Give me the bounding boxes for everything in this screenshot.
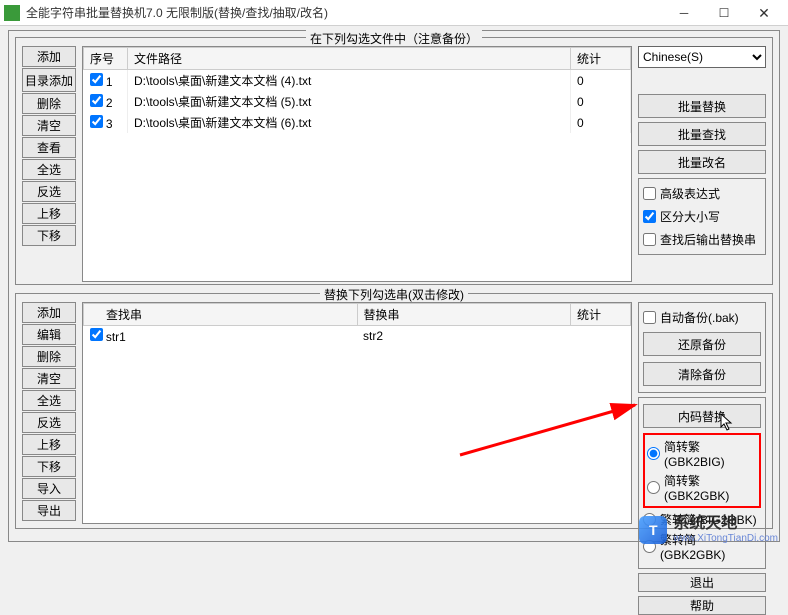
replace-btn-4[interactable]: 全选 [22, 390, 76, 411]
row-checkbox[interactable] [90, 115, 103, 128]
encode-replace-button[interactable]: 内码替换 [643, 404, 761, 428]
files-btn-5[interactable]: 全选 [22, 159, 76, 180]
replace-btn-3[interactable]: 清空 [22, 368, 76, 389]
encode-opt-1[interactable]: 简转繁(GBK2GBK) [647, 472, 757, 503]
row-stat [571, 326, 631, 347]
case-sensitive-checkbox[interactable]: 区分大小写 [643, 208, 761, 225]
row-stat: 0 [571, 91, 631, 112]
replace-btn-9[interactable]: 导出 [22, 500, 76, 521]
watermark-text-en: www.XiTongTianDi.com [673, 533, 778, 544]
files-btn-2[interactable]: 删除 [22, 93, 76, 114]
files-section-label: 在下列勾选文件中（注意备份） [306, 30, 482, 47]
watermark: T 系统天地 www.XiTongTianDi.com [639, 515, 778, 544]
backup-group: 自动备份(.bak) 还原备份 清除备份 [638, 302, 766, 393]
help-button[interactable]: 帮助 [638, 596, 766, 615]
files-btn-4[interactable]: 查看 [22, 137, 76, 158]
main-frame: 在下列勾选文件中（注意备份） 添加目录添加删除清空查看全选反选上移下移 序号 文… [8, 30, 780, 542]
row-checkbox[interactable] [90, 73, 103, 86]
col-search[interactable]: 查找串 [84, 304, 358, 326]
app-icon [4, 5, 20, 21]
files-btn-3[interactable]: 清空 [22, 115, 76, 136]
files-table[interactable]: 序号 文件路径 统计 1D:\tools\桌面\新建文本文档 (4).txt0 … [82, 46, 632, 282]
adv-expr-checkbox[interactable]: 高级表达式 [643, 185, 761, 202]
files-btn-8[interactable]: 下移 [22, 225, 76, 246]
table-row[interactable]: 2D:\tools\桌面\新建文本文档 (5).txt0 [84, 91, 631, 112]
files-btn-6[interactable]: 反选 [22, 181, 76, 202]
replace-btn-1[interactable]: 编辑 [22, 324, 76, 345]
titlebar: 全能字符串批量替换机7.0 无限制版(替换/查找/抽取/改名) ─ ☐ ✕ [0, 0, 788, 26]
right-column-2: 自动备份(.bak) 还原备份 清除备份 内码替换 简转繁(GBK2BIG) 简… [638, 302, 766, 524]
close-button[interactable]: ✕ [744, 0, 784, 26]
row-stat: 0 [571, 70, 631, 92]
window-title: 全能字符串批量替换机7.0 无限制版(替换/查找/抽取/改名) [26, 4, 664, 21]
row-replace: str2 [357, 326, 571, 347]
encode-opt-0[interactable]: 简转繁(GBK2BIG) [647, 438, 757, 469]
batch-replace-button[interactable]: 批量替换 [638, 94, 766, 118]
col-replace[interactable]: 替换串 [357, 304, 571, 326]
files-btn-0[interactable]: 添加 [22, 46, 76, 67]
replace-btn-7[interactable]: 下移 [22, 456, 76, 477]
output-after-checkbox[interactable]: 查找后输出替换串 [643, 231, 761, 248]
watermark-text-cn: 系统天地 [673, 515, 778, 533]
col-path[interactable]: 文件路径 [128, 48, 571, 70]
replace-btn-2[interactable]: 删除 [22, 346, 76, 367]
clear-backup-button[interactable]: 清除备份 [643, 362, 761, 386]
table-row[interactable]: 3D:\tools\桌面\新建文本文档 (6).txt0 [84, 112, 631, 133]
col-stat2[interactable]: 统计 [571, 304, 631, 326]
files-btn-7[interactable]: 上移 [22, 203, 76, 224]
watermark-logo-icon: T [639, 516, 667, 544]
replace-btn-6[interactable]: 上移 [22, 434, 76, 455]
replace-table[interactable]: 查找串 替换串 统计 str1str2 [82, 302, 632, 524]
row-checkbox[interactable] [90, 328, 103, 341]
row-path: D:\tools\桌面\新建文本文档 (4).txt [128, 70, 571, 92]
table-row[interactable]: str1str2 [84, 326, 631, 347]
minimize-button[interactable]: ─ [664, 0, 704, 26]
auto-backup-checkbox[interactable]: 自动备份(.bak) [643, 309, 761, 326]
highlight-box: 简转繁(GBK2BIG) 简转繁(GBK2GBK) [643, 433, 761, 508]
files-section: 在下列勾选文件中（注意备份） 添加目录添加删除清空查看全选反选上移下移 序号 文… [15, 37, 773, 285]
exit-button[interactable]: 退出 [638, 573, 766, 592]
replace-btn-8[interactable]: 导入 [22, 478, 76, 499]
files-side-buttons: 添加目录添加删除清空查看全选反选上移下移 [22, 46, 76, 282]
right-column: Chinese(S) 批量替换 批量查找 批量改名 高级表达式 区分大小写 查找… [638, 46, 766, 282]
options-group: 高级表达式 区分大小写 查找后输出替换串 [638, 178, 766, 255]
batch-rename-button[interactable]: 批量改名 [638, 150, 766, 174]
batch-search-button[interactable]: 批量查找 [638, 122, 766, 146]
replace-side-buttons: 添加编辑删除清空全选反选上移下移导入导出 [22, 302, 76, 524]
files-btn-1[interactable]: 目录添加 [22, 68, 76, 92]
col-stat[interactable]: 统计 [571, 48, 631, 70]
replace-section-label: 替换下列勾选串(双击修改) [320, 286, 468, 303]
col-seq[interactable]: 序号 [84, 48, 128, 70]
encoding-select[interactable]: Chinese(S) [638, 46, 766, 68]
replace-btn-0[interactable]: 添加 [22, 302, 76, 323]
row-checkbox[interactable] [90, 94, 103, 107]
replace-section: 替换下列勾选串(双击修改) 添加编辑删除清空全选反选上移下移导入导出 查找串 替… [15, 293, 773, 529]
row-stat: 0 [571, 112, 631, 133]
maximize-button[interactable]: ☐ [704, 0, 744, 26]
restore-backup-button[interactable]: 还原备份 [643, 332, 761, 356]
replace-btn-5[interactable]: 反选 [22, 412, 76, 433]
row-path: D:\tools\桌面\新建文本文档 (6).txt [128, 112, 571, 133]
table-row[interactable]: 1D:\tools\桌面\新建文本文档 (4).txt0 [84, 70, 631, 92]
row-path: D:\tools\桌面\新建文本文档 (5).txt [128, 91, 571, 112]
